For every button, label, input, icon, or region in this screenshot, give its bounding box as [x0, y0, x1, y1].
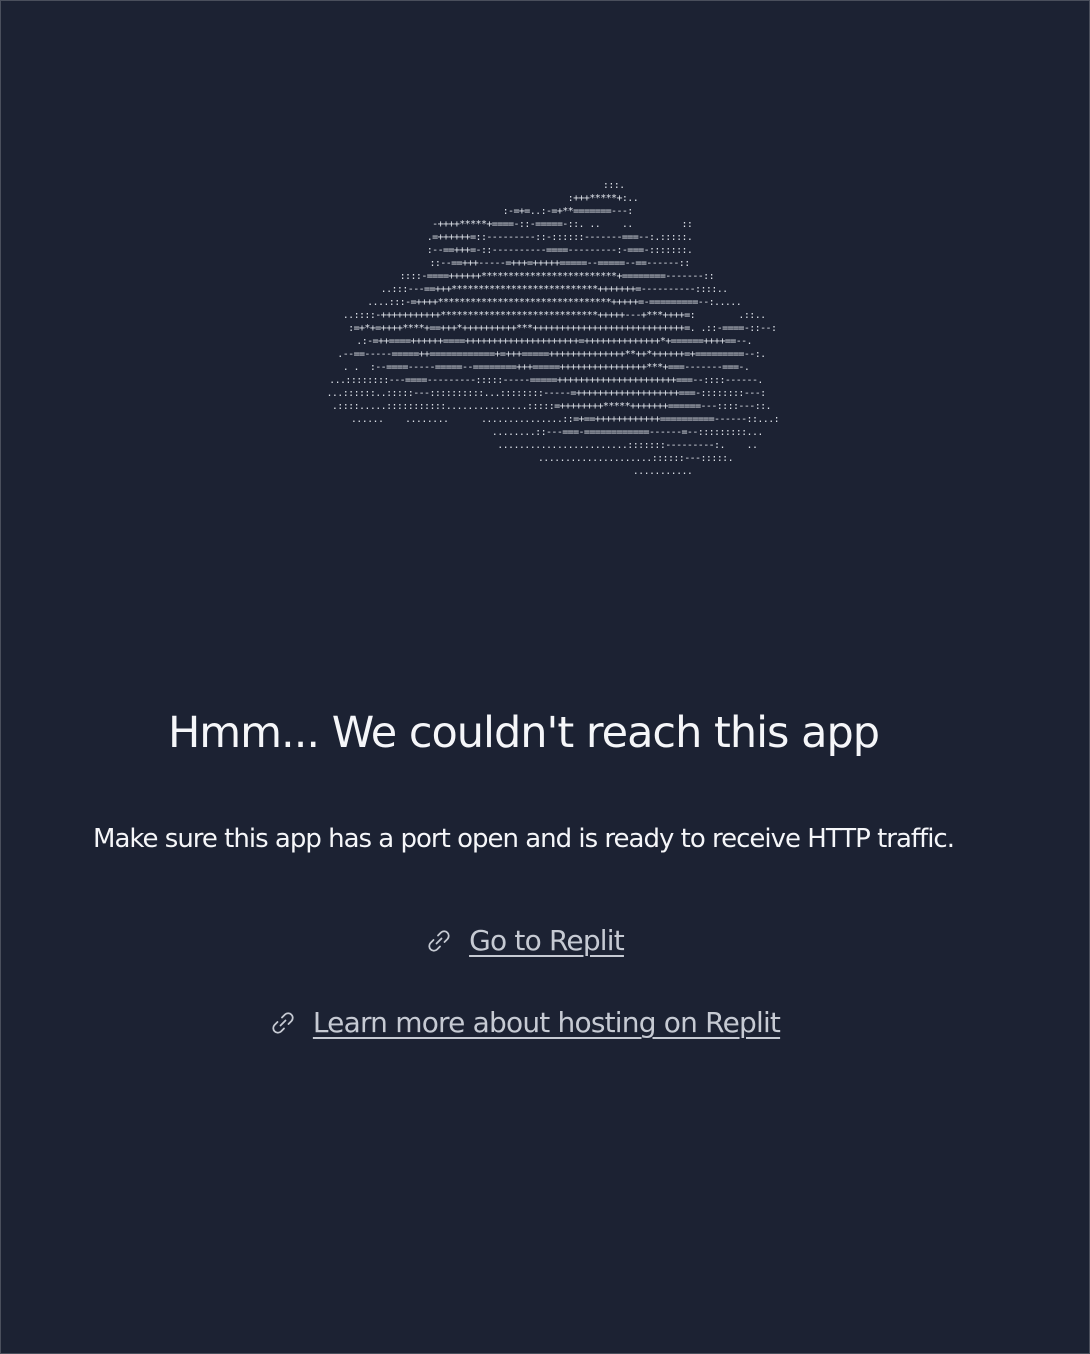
error-title: Hmm... We couldn't reach this app — [167, 708, 880, 758]
error-message: Make sure this app has a port open and i… — [93, 824, 955, 854]
go-to-replit-link[interactable]: Go to Replit — [469, 919, 625, 963]
learn-more-hosting-link[interactable]: Learn more about hosting on Replit — [313, 1001, 781, 1045]
error-page: :::. :+++*****+:.. :-=+=..:-=+**=======-… — [0, 0, 1090, 1354]
learn-more-row[interactable]: Learn more about hosting on Replit — [1, 1001, 1046, 1045]
go-to-replit-row[interactable]: Go to Replit — [1, 919, 1046, 963]
ascii-cloud-art: :::. :+++*****+:.. :-=+=..:-=+**=======-… — [326, 180, 780, 477]
link-icon — [267, 1007, 299, 1039]
link-icon — [423, 925, 455, 957]
